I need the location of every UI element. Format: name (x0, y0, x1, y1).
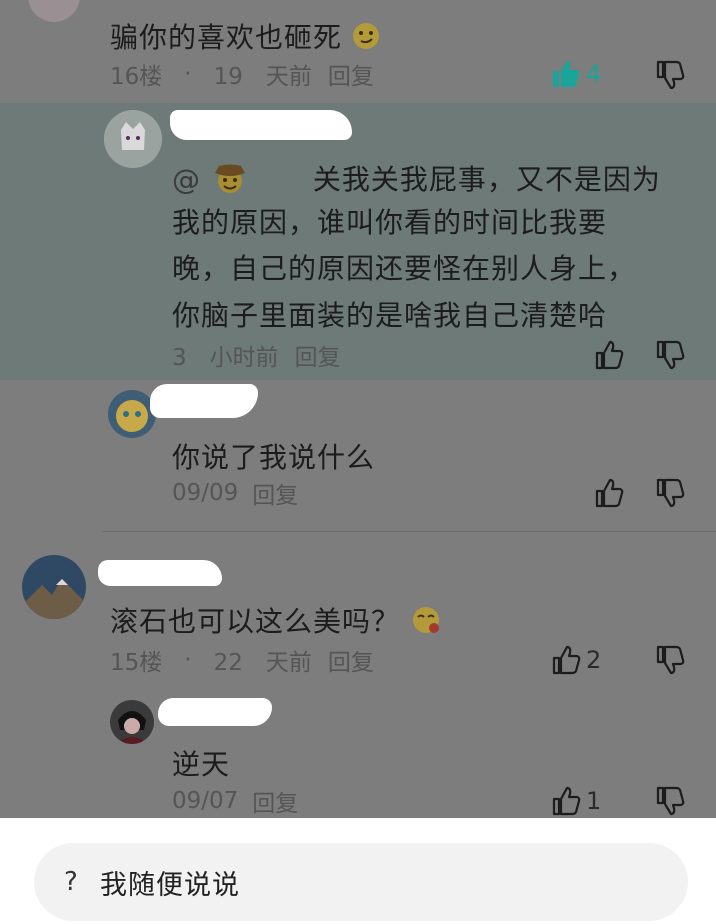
thumbs-down-icon (656, 478, 685, 508)
redacted-username (98, 560, 222, 586)
meta-dot: · (184, 61, 192, 87)
dislike-button[interactable] (654, 643, 686, 677)
thumbs-up-icon (595, 340, 624, 370)
comment-time: 22 天前 (213, 650, 312, 676)
comment-input-field[interactable]: ? 我随便说说 (34, 843, 688, 921)
reply-text: @ 关我关我屁事，又不是因为 (172, 158, 661, 202)
comment-time: 09/09 (172, 480, 239, 506)
comment-meta: 16楼 · 19 天前 回复 (110, 57, 374, 91)
reply-line-3: 晚，自己的原因还要怪在别人身上， (172, 252, 637, 285)
floor-number: 16楼 (110, 64, 163, 90)
comment-meta: 15楼 · 22 天前 回复 (110, 643, 374, 677)
comment-meta: 3 小时前 回复 (172, 338, 341, 372)
reply-button[interactable]: 回复 (252, 476, 298, 510)
comment-input-placeholder: 我随便说说 (100, 869, 240, 901)
comment-text-content: 滚石也可以这么美吗？ (110, 605, 401, 638)
reply-text: 你说了我说什么 (172, 441, 376, 474)
avatar[interactable] (22, 555, 86, 619)
thumbs-down-icon (656, 60, 685, 90)
flower-face-emoji-icon (410, 604, 442, 643)
like-button[interactable] (593, 476, 625, 510)
reply-line-2: 我的原因，谁叫你看的时间比我要 (172, 206, 608, 239)
thumbs-down-icon (656, 786, 685, 816)
dislike-button[interactable] (654, 338, 686, 372)
comment-time: 19 天前 (213, 64, 312, 90)
question-icon: ? (64, 867, 78, 897)
comment-time: 09/07 (172, 788, 239, 814)
like-count: 2 (586, 646, 602, 674)
thumbs-up-icon (552, 786, 581, 816)
floor-number: 15楼 (110, 650, 163, 676)
mention-prefix: @ (172, 163, 201, 196)
comment-text: 骗你的喜欢也砸死 (110, 16, 380, 57)
like-button[interactable]: 2 (550, 643, 601, 677)
avatar[interactable] (108, 390, 156, 438)
reply-line-1: 关我关我屁事，又不是因为 (312, 163, 661, 196)
reply-button[interactable]: 回复 (295, 338, 341, 372)
redacted-username (150, 384, 258, 418)
like-count: 1 (586, 787, 602, 815)
dislike-button[interactable] (654, 476, 686, 510)
cowboy-emoji-icon (213, 161, 247, 202)
dislike-button[interactable] (654, 784, 686, 818)
comment-meta: 09/09 回复 (172, 476, 298, 510)
thumbs-down-icon (656, 340, 685, 370)
reply-line-4: 你脑子里面装的是啥我自己清楚哈 (172, 299, 608, 332)
like-button[interactable]: 1 (550, 784, 601, 818)
dislike-button[interactable] (654, 58, 686, 92)
comment-text-content: 骗你的喜欢也砸死 (110, 21, 343, 54)
reply-button[interactable]: 回复 (252, 784, 298, 818)
redacted-username (158, 698, 272, 726)
like-button[interactable]: 4 (550, 57, 601, 91)
thumbs-up-filled-icon (553, 61, 580, 87)
meta-dot: · (184, 647, 192, 673)
comment-list: 骗你的喜欢也砸死 16楼 · 19 天前 回复 4 @ 关我关我屁事，又不是因为… (0, 0, 716, 818)
comment-divider (102, 531, 716, 532)
reply-button[interactable]: 回复 (328, 57, 374, 91)
smirk-emoji-icon (352, 22, 380, 57)
like-button[interactable] (593, 338, 625, 372)
comment-meta: 09/07 回复 (172, 784, 298, 818)
redacted-username (170, 110, 352, 140)
thumbs-down-icon (656, 645, 685, 675)
comment-time: 3 小时前 (172, 345, 279, 371)
like-count: 4 (586, 60, 602, 88)
thumbs-up-icon (595, 478, 624, 508)
reply-text: 逆天 (172, 748, 231, 781)
thumbs-up-icon (552, 645, 581, 675)
avatar[interactable] (110, 700, 154, 744)
avatar[interactable] (104, 110, 162, 168)
reply-button[interactable]: 回复 (328, 643, 374, 677)
avatar[interactable] (28, 0, 80, 22)
comment-text: 滚石也可以这么美吗？ (110, 600, 442, 643)
